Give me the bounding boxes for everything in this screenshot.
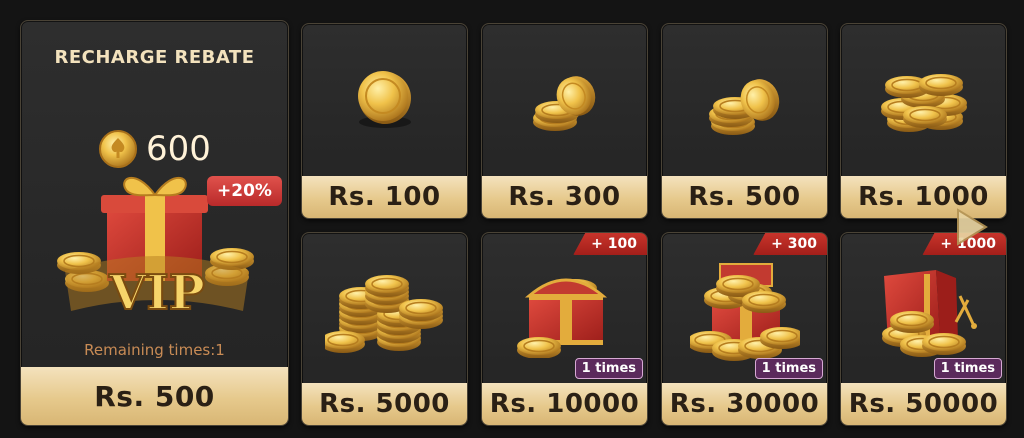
package-price: Rs. 500 (662, 176, 827, 218)
package-card-10000[interactable]: + 100 1 times Rs. 10000 (481, 232, 648, 426)
package-card-300[interactable]: Rs. 300 (481, 23, 648, 219)
times-tag: 1 times (574, 358, 643, 379)
remaining-times-text: Remaining times:1 (84, 341, 225, 359)
package-card-5000[interactable]: Rs. 5000 (301, 232, 468, 426)
package-price: Rs. 300 (482, 176, 647, 218)
treasure-chest-icon (515, 278, 607, 358)
coin-stack-small-icon (707, 79, 779, 136)
times-tag: 1 times (754, 358, 823, 379)
package-card-1000[interactable]: Rs. 1000 (840, 23, 1007, 219)
package-price: Rs. 50000 (841, 383, 1006, 425)
package-price: Rs. 10000 (482, 383, 647, 425)
coin-towers-icon (324, 274, 444, 354)
times-tag: 1 times (933, 358, 1002, 379)
package-card-100[interactable]: Rs. 100 (301, 23, 468, 219)
package-card-500[interactable]: Rs. 500 (661, 23, 828, 219)
package-price: Rs. 5000 (302, 383, 467, 425)
package-card-30000[interactable]: + 300 1 times Rs. 30000 (661, 232, 828, 426)
rebate-price-button[interactable]: Rs. 500 (21, 367, 288, 425)
coin-pile-icon (879, 73, 968, 133)
package-price: Rs. 30000 (662, 383, 827, 425)
treasure-chest-full-icon (689, 262, 800, 361)
package-card-50000[interactable]: + 1000 1 times Rs. 50000 (840, 232, 1007, 426)
coin-pair-icon (531, 76, 595, 132)
rebate-title: RECHARGE REBATE (54, 47, 255, 68)
single-coin-icon (357, 71, 411, 128)
recharge-rebate-card[interactable]: RECHARGE REBATE 600 VIP +20% Remaining t… (20, 20, 289, 426)
percent-bonus-badge: +20% (207, 176, 282, 206)
vip-label: VIP (108, 265, 205, 321)
bonus-tag: + 100 (573, 233, 647, 255)
chevron-right-icon[interactable] (950, 206, 992, 248)
vault-safe-icon (880, 269, 977, 358)
package-price: Rs. 100 (302, 176, 467, 218)
bonus-tag: + 300 (753, 233, 827, 255)
